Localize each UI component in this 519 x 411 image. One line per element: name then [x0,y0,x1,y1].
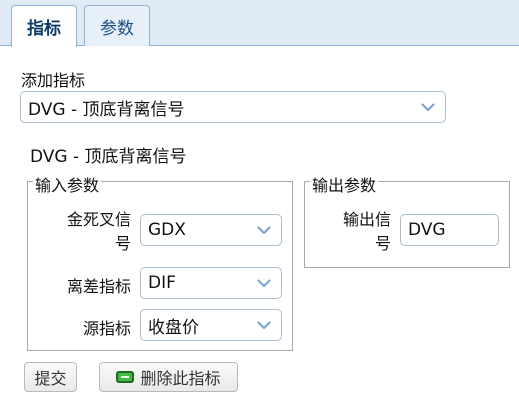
field-output-label: 输出信 号 [325,208,391,256]
chevron-down-icon[interactable] [247,310,281,340]
add-indicator-select[interactable]: DVG - 顶底背离信号 [20,91,446,123]
output-signal-input[interactable]: DVG [400,214,499,246]
output-params-legend: 输出参数 [310,172,379,196]
submit-button[interactable]: 提交 [24,362,77,392]
gdx-select[interactable]: GDX [140,214,282,246]
add-indicator-selected-value: DVG - 顶底背离信号 [28,99,185,120]
input-params-legend: 输入参数 [33,172,102,196]
delete-indicator-button[interactable]: 删除此指标 [99,362,238,392]
field-source-label: 源指标 [82,319,131,338]
chevron-down-icon[interactable] [247,215,281,245]
dif-select-value: DIF [148,273,176,293]
source-select[interactable]: 收盘价 [140,309,282,341]
minus-square-icon [116,371,135,383]
delete-indicator-label: 删除此指标 [140,369,221,388]
dif-select[interactable]: DIF [140,267,282,299]
field-gdx-label-line1: 金死叉信 [66,210,131,229]
field-output-label-line2: 号 [374,234,391,253]
chevron-down-icon[interactable] [411,92,445,122]
chevron-down-icon[interactable] [247,268,281,298]
source-select-value: 收盘价 [148,317,199,338]
field-output-label-line1: 输出信 [342,210,391,229]
output-signal-value: DVG [408,220,446,240]
field-gdx-label-line2: 号 [114,234,131,253]
field-dif-label: 离差指标 [66,277,131,296]
field-gdx-label: 金死叉信 号 [57,208,131,256]
add-indicator-label: 添加指标 [21,71,86,90]
tab-indicators[interactable]: 指标 [11,5,77,47]
tab-bar: 指标 参数 [0,0,519,47]
gdx-select-value: GDX [148,220,186,240]
tab-parameters[interactable]: 参数 [84,5,150,46]
indicator-title: DVG - 顶底背离信号 [30,147,187,167]
